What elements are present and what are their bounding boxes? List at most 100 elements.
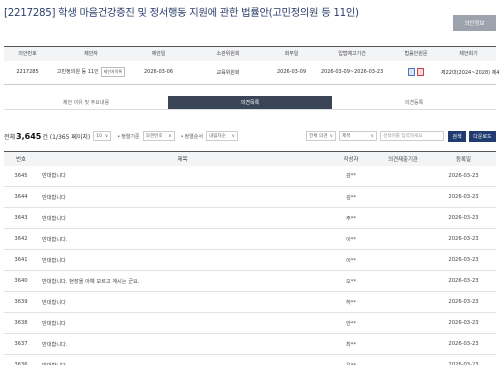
sort-order-select[interactable]: 내림차순 ∨ bbox=[205, 131, 238, 141]
search-button[interactable]: 검색 bbox=[448, 130, 466, 142]
bill-no-value: 2217285 bbox=[4, 60, 51, 85]
page-size-select[interactable]: 10 ∨ bbox=[93, 131, 112, 141]
row-no: 3645 bbox=[4, 165, 38, 187]
download-button[interactable]: 다운로드 bbox=[469, 130, 496, 142]
total-count: 3,645 bbox=[16, 131, 42, 141]
row-no: 3637 bbox=[4, 333, 38, 355]
row-no: 3640 bbox=[4, 270, 38, 292]
table-row[interactable]: 3643 반대합니다 주** 2026-03-23 bbox=[4, 207, 496, 229]
row-author: 김** bbox=[327, 165, 375, 187]
row-no: 3636 bbox=[4, 354, 38, 365]
row-date: 2026-03-23 bbox=[431, 270, 496, 292]
bullet-icon: • bbox=[180, 133, 184, 140]
table-row[interactable]: 3645 반대합니다 김** 2026-03-23 bbox=[4, 165, 496, 187]
row-title-link[interactable]: 반대합니다 bbox=[38, 249, 327, 271]
search-field-select[interactable]: 제목 ∨ bbox=[339, 131, 377, 141]
row-title-link[interactable]: 반대합니다. bbox=[38, 333, 327, 355]
row-author: 안** bbox=[327, 312, 375, 334]
tab-opinion-register[interactable]: 의견등록 bbox=[332, 96, 496, 109]
search-input[interactable]: 검색어를 입력하세요 bbox=[380, 131, 444, 141]
page-size-value: 10 bbox=[96, 133, 103, 139]
row-date: 2026-03-23 bbox=[431, 249, 496, 271]
header-committee: 소관위원회 bbox=[186, 46, 270, 61]
row-title-link[interactable]: 반대합니다. bbox=[38, 228, 327, 250]
tab-proposal-reason[interactable]: 제안 이유 및 주요내용 bbox=[4, 96, 168, 109]
session-value: 제22대(2024~2028) 제433회 bbox=[441, 60, 500, 85]
table-row[interactable]: 3644 반대합니다 김** 2026-03-23 bbox=[4, 186, 496, 208]
table-row[interactable]: 3641 반대합니다 이** 2026-03-23 bbox=[4, 249, 496, 271]
row-author: 이** bbox=[327, 228, 375, 250]
row-author: 허** bbox=[327, 291, 375, 313]
sort-criteria-value: 의견번호 bbox=[145, 134, 163, 139]
header-notice-period: 입법예고기간 bbox=[313, 46, 391, 61]
row-title-link[interactable]: 반대합니다 bbox=[38, 354, 327, 365]
row-no: 3639 bbox=[4, 291, 38, 313]
row-org bbox=[375, 333, 431, 355]
chevron-down-icon: ∨ bbox=[104, 133, 109, 139]
row-title-link[interactable]: 반대합니다 bbox=[38, 165, 327, 187]
row-org bbox=[375, 270, 431, 292]
proposer-cell: 고민정의원 등 11인 제안자목록 bbox=[51, 60, 131, 85]
row-date: 2026-03-23 bbox=[431, 207, 496, 229]
row-title-link[interactable]: 반대합니다 bbox=[38, 312, 327, 334]
referral-date-value: 2026-03-09 bbox=[270, 60, 313, 85]
row-no: 3638 bbox=[4, 312, 38, 334]
table-row[interactable]: 3642 반대합니다. 이** 2026-03-23 bbox=[4, 228, 496, 250]
table-row[interactable]: 3637 반대합니다. 최** 2026-03-23 bbox=[4, 333, 496, 355]
table-row[interactable]: 3636 반대합니다 윤** 2026-03-23 bbox=[4, 354, 496, 365]
notice-period-value: 2026-03-09~2026-03-23 bbox=[313, 60, 391, 85]
sort-order-value: 내림차순 bbox=[208, 134, 226, 139]
total-suffix: 건 (1/365 페이지) bbox=[42, 133, 91, 141]
col-header-author: 작성자 bbox=[327, 151, 375, 166]
header-proposer: 제안자 bbox=[51, 46, 131, 61]
header-session: 제안회기 bbox=[441, 46, 496, 61]
row-title-link[interactable]: 반대합니다 bbox=[38, 207, 327, 229]
chevron-down-icon: ∨ bbox=[370, 133, 374, 139]
row-date: 2026-03-23 bbox=[431, 354, 496, 365]
chevron-down-icon: ∨ bbox=[329, 133, 333, 139]
row-date: 2026-03-23 bbox=[431, 165, 496, 187]
row-no: 3643 bbox=[4, 207, 38, 229]
row-title-link[interactable]: 반대합니다. 현장을 아예 모르고 계시는 군요. bbox=[38, 270, 327, 292]
page-title: [2217285] 학생 마음건강증진 및 정서행동 지원에 관한 법률안(고민… bbox=[4, 7, 359, 19]
table-row[interactable]: 3640 반대합니다. 현장을 아예 모르고 계시는 군요. 오** 2026-… bbox=[4, 270, 496, 292]
header-referral-date: 회부일 bbox=[270, 46, 313, 61]
row-date: 2026-03-23 bbox=[431, 186, 496, 208]
sort-criteria-label-wrap: •정렬기준 bbox=[117, 133, 139, 140]
sort-order-label-wrap: •정렬순서 bbox=[181, 133, 203, 140]
bullet-icon: • bbox=[117, 133, 121, 140]
row-org bbox=[375, 291, 431, 313]
tab-bar: 제안 이유 및 주요내용 의견목록 의견등록 bbox=[4, 96, 496, 110]
bill-info-table: 의안번호 제안자 제안일 소관위원회 회부일 입법예고기간 법률안원문 제안회기… bbox=[4, 46, 500, 85]
tab-opinion-list[interactable]: 의견목록 bbox=[168, 96, 332, 109]
row-org bbox=[375, 312, 431, 334]
col-header-date: 등록일 bbox=[431, 151, 496, 166]
filter-select[interactable]: 전체 의견 ∨ bbox=[306, 131, 336, 141]
bill-info-button[interactable]: 의안정보 bbox=[453, 15, 496, 31]
row-author: 윤** bbox=[327, 354, 375, 365]
proposer-list-button[interactable]: 제안자목록 bbox=[100, 67, 126, 78]
opinion-table: 번호 제목 작성자 의견제출기관 등록일 3645 반대합니다 김** 2026… bbox=[4, 151, 496, 365]
col-header-no: 번호 bbox=[4, 151, 38, 166]
row-title-link[interactable]: 반대합니다 bbox=[38, 186, 327, 208]
proposer-value: 고민정의원 등 11인 bbox=[56, 69, 99, 76]
sort-criteria-select[interactable]: 의견번호 ∨ bbox=[142, 131, 175, 141]
row-author: 주** bbox=[327, 207, 375, 229]
row-author: 김** bbox=[327, 186, 375, 208]
row-date: 2026-03-23 bbox=[431, 333, 496, 355]
original-text-cell bbox=[391, 60, 441, 85]
row-date: 2026-03-23 bbox=[431, 312, 496, 334]
row-title-link[interactable]: 반대합니다 bbox=[38, 291, 327, 313]
row-author: 이** bbox=[327, 249, 375, 271]
proposal-date-value: 2026-03-06 bbox=[131, 60, 186, 85]
total-prefix: 전체 bbox=[4, 133, 16, 141]
table-row[interactable]: 3638 반대합니다 안** 2026-03-23 bbox=[4, 312, 496, 334]
row-org bbox=[375, 249, 431, 271]
hwp-file-icon[interactable] bbox=[408, 68, 415, 77]
table-row[interactable]: 3639 반대합니다 허** 2026-03-23 bbox=[4, 291, 496, 313]
row-no: 3642 bbox=[4, 228, 38, 250]
pdf-file-icon[interactable] bbox=[417, 68, 424, 77]
row-org bbox=[375, 207, 431, 229]
row-org bbox=[375, 186, 431, 208]
header-original-text: 법률안원문 bbox=[391, 46, 441, 61]
